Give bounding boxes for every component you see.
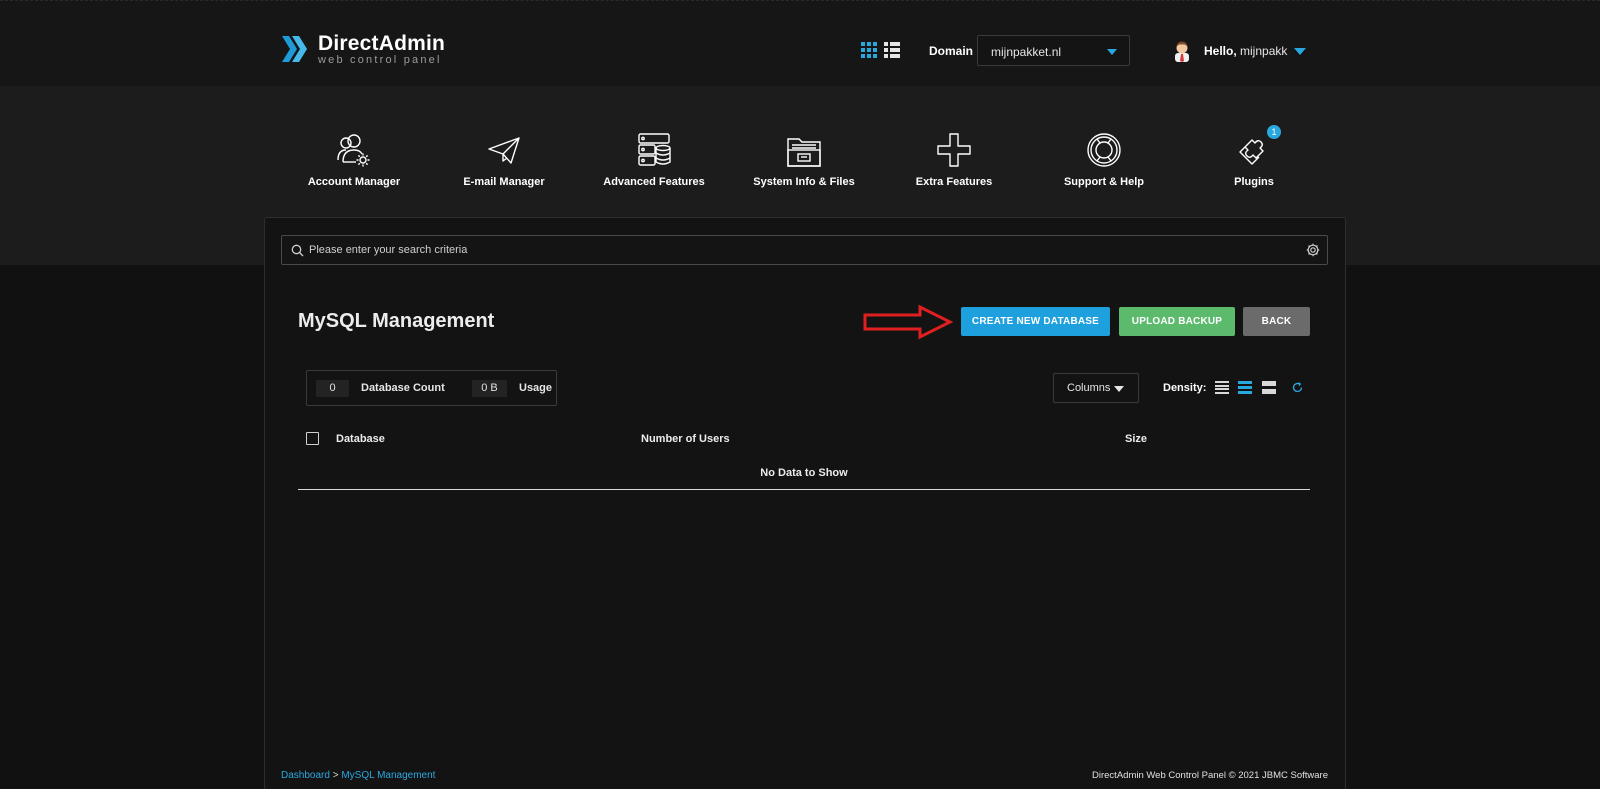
page-title: MySQL Management bbox=[298, 310, 495, 332]
domain-label: Domain bbox=[929, 44, 974, 58]
plugins-badge: 1 bbox=[1267, 125, 1281, 139]
select-all-checkbox[interactable] bbox=[306, 432, 319, 445]
density-comfortable-icon[interactable] bbox=[1262, 381, 1276, 394]
nav-support-help[interactable]: Support & Help bbox=[1029, 130, 1179, 188]
folder-icon bbox=[787, 138, 821, 167]
directadmin-logo[interactable]: DirectAdmin web control panel bbox=[280, 32, 445, 66]
column-header-database[interactable]: Database bbox=[336, 433, 385, 445]
server-database-icon bbox=[638, 133, 671, 166]
empty-table-message: No Data to Show bbox=[760, 467, 848, 479]
nav-email-manager[interactable]: E-mail Manager bbox=[429, 130, 579, 188]
nav-extra-features[interactable]: Extra Features bbox=[879, 130, 1029, 188]
density-normal-icon[interactable] bbox=[1238, 381, 1252, 394]
create-database-button[interactable]: CREATE NEW DATABASE bbox=[961, 307, 1110, 336]
back-button[interactable]: BACK bbox=[1243, 307, 1310, 336]
breadcrumb-dashboard[interactable]: Dashboard bbox=[281, 770, 330, 781]
lifebuoy-icon bbox=[1087, 133, 1121, 167]
plus-icon bbox=[937, 133, 971, 167]
refresh-icon[interactable] bbox=[1292, 382, 1303, 393]
chevron-down-icon bbox=[1107, 49, 1117, 55]
content-panel bbox=[264, 217, 1346, 789]
search-input[interactable] bbox=[309, 236, 1289, 264]
density-compact-icon[interactable] bbox=[1215, 381, 1229, 394]
database-count-label: Database Count bbox=[361, 382, 445, 394]
username: mijnpakk bbox=[1240, 44, 1288, 58]
breadcrumb: Dashboard > MySQL Management bbox=[281, 770, 435, 781]
database-count-value: 0 bbox=[316, 380, 349, 397]
nav-account-manager[interactable]: Account Manager bbox=[279, 130, 429, 188]
upload-backup-button[interactable]: UPLOAD BACKUP bbox=[1119, 307, 1235, 336]
annotation-arrow-icon bbox=[863, 304, 954, 340]
columns-dropdown[interactable]: Columns bbox=[1053, 373, 1139, 403]
nav-advanced-features[interactable]: Advanced Features bbox=[579, 130, 729, 188]
nav-system-info-files[interactable]: System Info & Files bbox=[729, 130, 879, 188]
domain-value: mijnpakket.nl bbox=[991, 45, 1062, 59]
logo-subtitle: web control panel bbox=[318, 53, 442, 66]
hello-prefix: Hello, bbox=[1204, 44, 1237, 58]
density-label: Density: bbox=[1163, 382, 1207, 394]
nav-label: Support & Help bbox=[1063, 176, 1145, 188]
nav-label: Plugins bbox=[1234, 176, 1274, 188]
table-divider bbox=[298, 489, 1310, 490]
view-toggle bbox=[861, 42, 900, 58]
chevron-down-icon bbox=[1114, 386, 1124, 392]
nav-label: E-mail Manager bbox=[463, 176, 545, 188]
usage-label: Usage bbox=[519, 382, 553, 394]
footer-copyright: DirectAdmin Web Control Panel © 2021 JBM… bbox=[1092, 770, 1328, 781]
gear-icon[interactable] bbox=[1306, 243, 1320, 257]
list-view-icon[interactable] bbox=[884, 42, 900, 58]
grid-view-icon[interactable] bbox=[861, 42, 877, 58]
columns-label: Columns bbox=[1067, 382, 1111, 394]
top-bar bbox=[0, 0, 1600, 86]
search-icon bbox=[291, 244, 304, 257]
logo-chevrons-icon bbox=[282, 36, 307, 62]
user-menu[interactable]: Hello, mijnpakk bbox=[1172, 40, 1307, 62]
search-bar[interactable] bbox=[281, 235, 1328, 265]
nav-plugins[interactable]: 1 Plugins bbox=[1179, 125, 1329, 188]
nav-label: Account Manager bbox=[307, 176, 401, 188]
nav-label: System Info & Files bbox=[753, 176, 855, 188]
column-header-number-of-users[interactable]: Number of Users bbox=[641, 433, 730, 445]
chevron-down-icon bbox=[1294, 47, 1307, 55]
nav-label: Extra Features bbox=[915, 176, 993, 188]
nav-label: Advanced Features bbox=[603, 176, 705, 188]
domain-select[interactable]: mijnpakket.nl bbox=[977, 35, 1130, 66]
usage-value: 0 B bbox=[472, 380, 507, 397]
logo-name: DirectAdmin bbox=[318, 31, 446, 55]
stats-summary: 0 Database Count 0 B Usage bbox=[306, 370, 557, 406]
account-manager-icon bbox=[337, 134, 370, 167]
breadcrumb-separator: > bbox=[329, 770, 342, 781]
avatar bbox=[1175, 41, 1189, 62]
breadcrumb-current[interactable]: MySQL Management bbox=[341, 770, 435, 781]
paper-plane-icon bbox=[488, 137, 520, 164]
column-header-size[interactable]: Size bbox=[1125, 433, 1147, 445]
